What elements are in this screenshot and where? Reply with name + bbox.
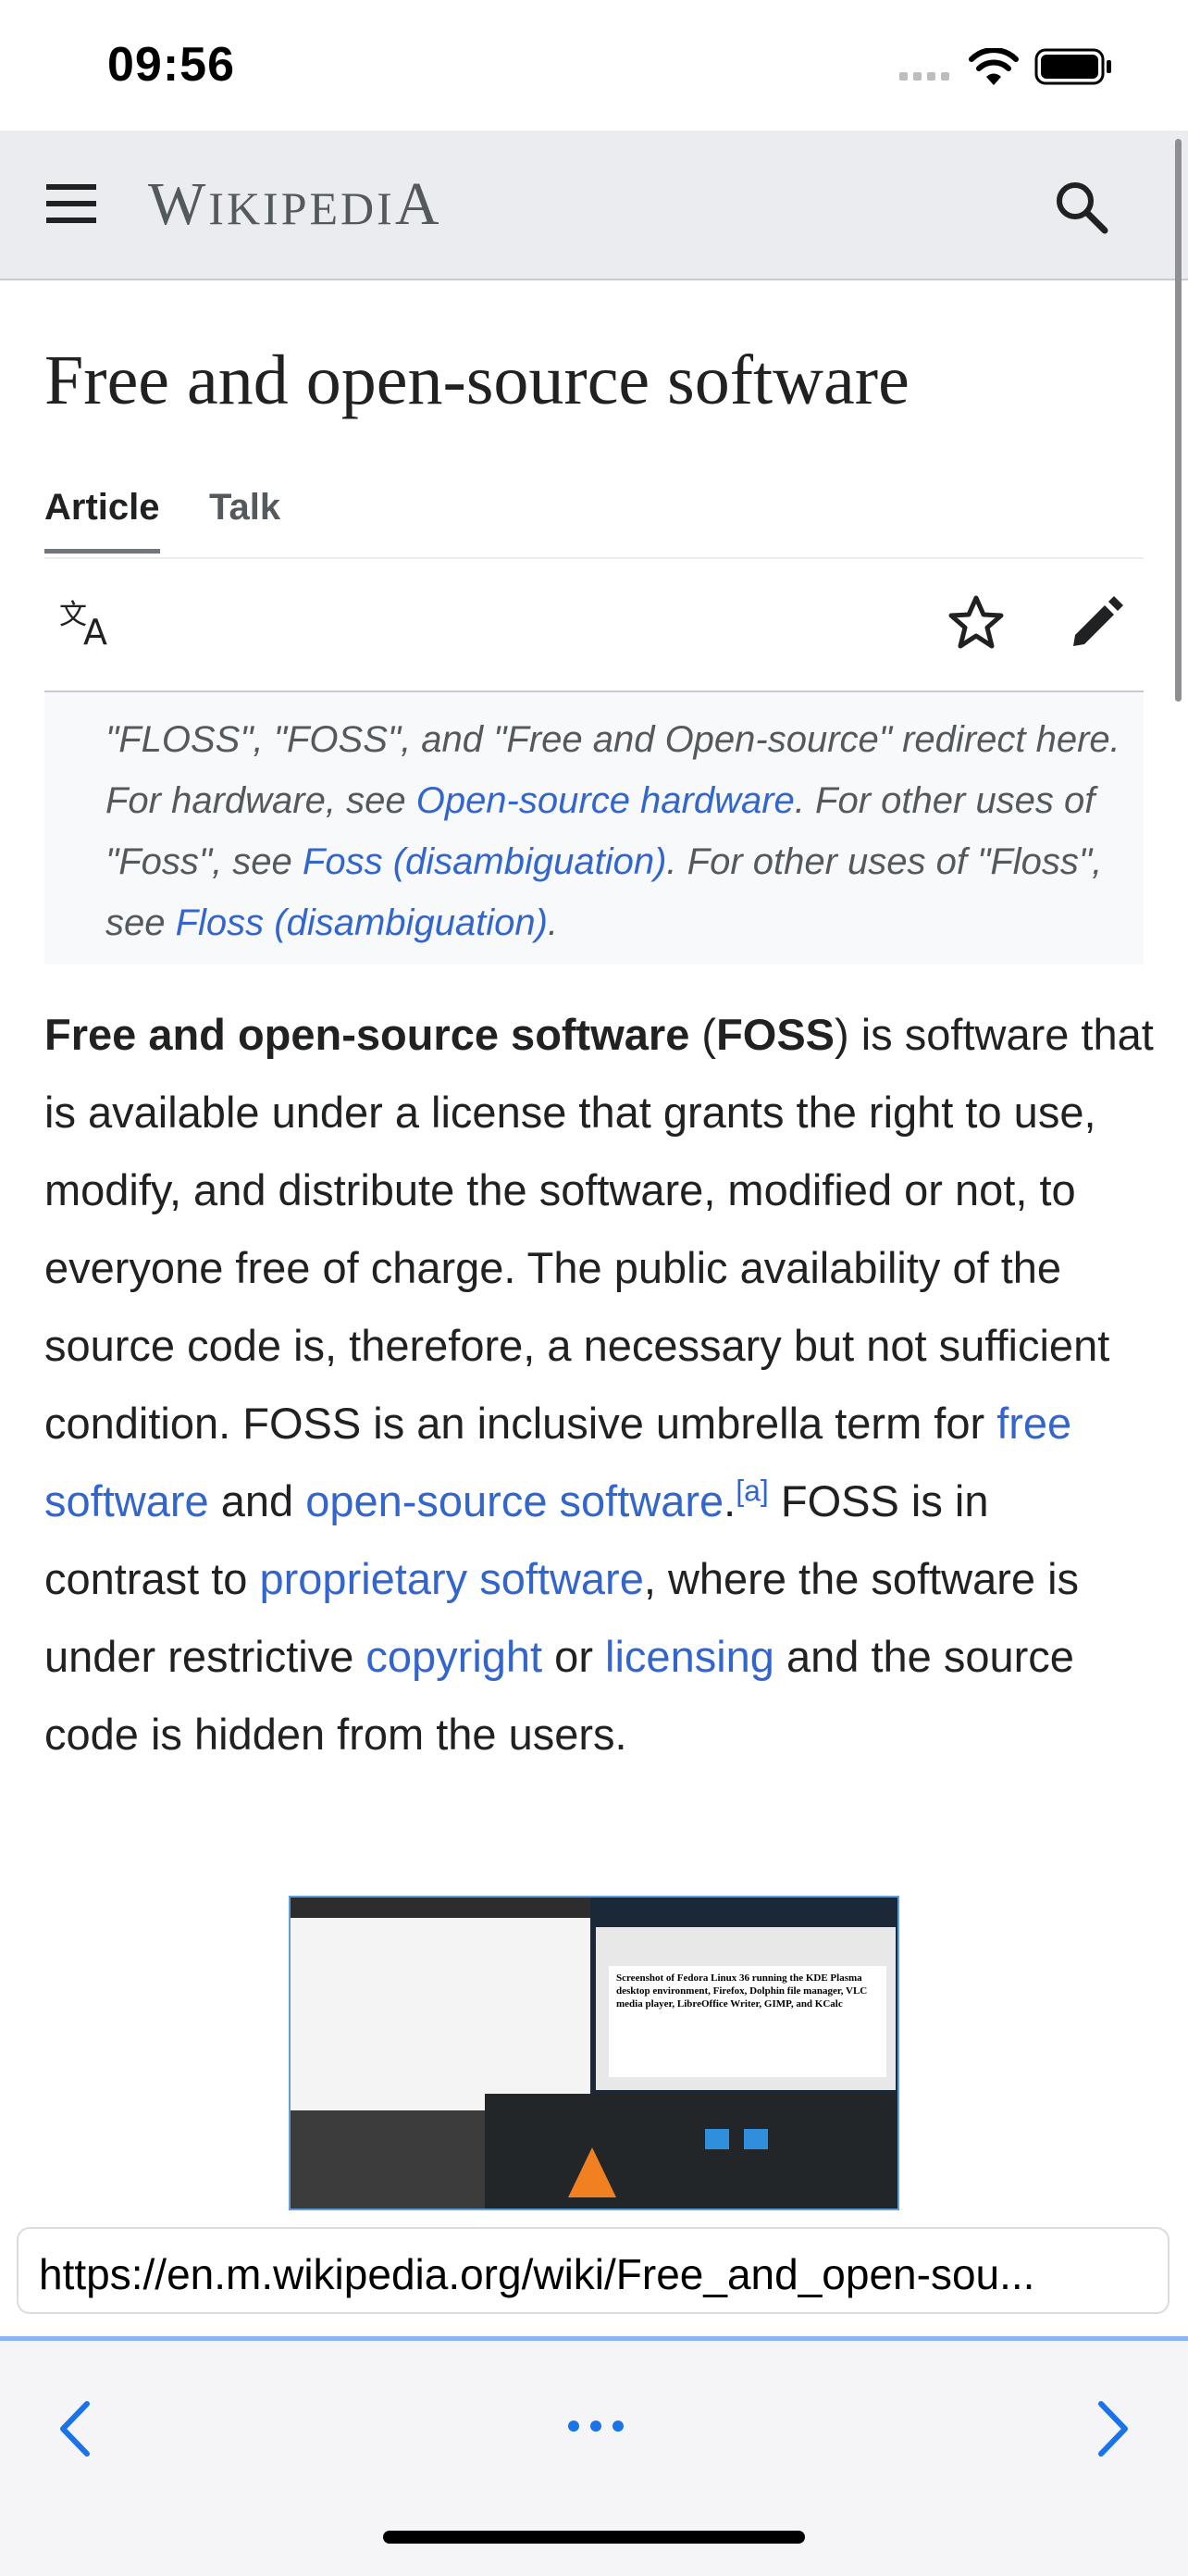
link-licensing[interactable]: licensing xyxy=(605,1632,774,1681)
link-open-source-hardware[interactable]: Open-source hardware xyxy=(416,780,795,821)
hatnote: "FLOSS", "FOSS", and "Free and Open-sour… xyxy=(44,692,1144,964)
tab-article[interactable]: Article xyxy=(44,487,160,554)
home-indicator[interactable] xyxy=(383,2531,805,2544)
search-icon[interactable] xyxy=(1051,177,1110,236)
url-bar[interactable]: https://en.m.wikipedia.org/wiki/Free_and… xyxy=(17,2227,1169,2314)
lead-paragraph: Free and open-source software (FOSS) is … xyxy=(44,996,1155,1773)
lead-text: or xyxy=(542,1632,606,1681)
chevron-right-icon[interactable] xyxy=(1090,2396,1136,2461)
link-open-source-software[interactable]: open-source software xyxy=(305,1476,724,1525)
figure-gimp-window xyxy=(291,2110,485,2209)
hamburger-icon[interactable] xyxy=(44,180,98,227)
svg-text:A: A xyxy=(83,612,107,648)
lead-text: . xyxy=(724,1476,736,1525)
status-time: 09:56 xyxy=(107,38,235,92)
vlc-cone-icon xyxy=(568,2147,616,2197)
url-text: https://en.m.wikipedia.org/wiki/Free_and… xyxy=(39,2250,1035,2298)
ellipsis-icon[interactable] xyxy=(566,2415,625,2437)
link-proprietary-software[interactable]: proprietary software xyxy=(260,1554,644,1603)
language-icon[interactable]: 文 A xyxy=(59,596,118,648)
status-bar: 09:56 xyxy=(0,0,1188,131)
article-figure-screenshot[interactable]: Screenshot of Fedora Linux 36 running th… xyxy=(289,1896,899,2210)
scroll-indicator[interactable] xyxy=(1175,139,1182,702)
folder-icon xyxy=(705,2129,729,2149)
page-actions: 文 A xyxy=(44,557,1144,693)
star-icon[interactable] xyxy=(947,594,1005,652)
tab-talk[interactable]: Talk xyxy=(209,487,280,529)
hatnote-text: . xyxy=(548,902,559,943)
page-tabs: Article Talk xyxy=(44,481,1144,559)
link-foss-disambiguation[interactable]: Foss (disambiguation) xyxy=(303,841,667,882)
link-floss-disambiguation[interactable]: Floss (disambiguation) xyxy=(176,902,548,943)
wikipedia-header: WIKIPEDIA xyxy=(0,131,1188,280)
link-copyright[interactable]: copyright xyxy=(365,1632,542,1681)
footnote-a[interactable]: [a] xyxy=(736,1474,769,1507)
cellular-signal-icon xyxy=(899,72,949,81)
pencil-icon[interactable] xyxy=(1070,594,1125,650)
wikipedia-logo[interactable]: WIKIPEDIA xyxy=(148,169,442,240)
lead-text: and xyxy=(208,1476,306,1525)
lead-bold-term: Free and open-source software xyxy=(44,1010,690,1059)
lead-text: ) is software that is available under a … xyxy=(44,1010,1154,1448)
battery-icon xyxy=(1034,48,1111,85)
wifi-icon xyxy=(969,48,1019,85)
figure-dolphin-window xyxy=(485,2094,897,2209)
page-title: Free and open-source software xyxy=(44,342,910,419)
figure-writer-window: Screenshot of Fedora Linux 36 running th… xyxy=(596,1927,896,2090)
folder-icon xyxy=(744,2129,768,2149)
lead-bold-abbreviation: FOSS xyxy=(716,1010,835,1059)
figure-titlebar xyxy=(291,1898,590,1918)
figure-writer-text: Screenshot of Fedora Linux 36 running th… xyxy=(609,1966,886,2077)
lead-text: ( xyxy=(689,1010,717,1059)
chevron-left-icon[interactable] xyxy=(52,2396,98,2461)
